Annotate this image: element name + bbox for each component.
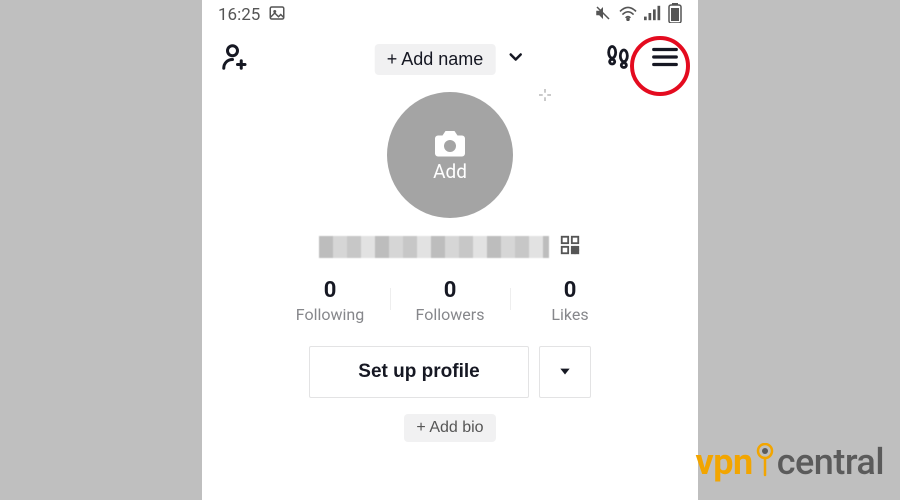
wifi-icon <box>618 5 638 25</box>
phone-frame: 16:25 <box>202 0 698 500</box>
caret-down-icon <box>558 364 572 381</box>
stat-likes-label: Likes <box>510 305 630 324</box>
profile-actions: Set up profile <box>202 346 698 398</box>
setup-profile-button[interactable]: Set up profile <box>309 346 528 398</box>
add-friend-icon[interactable] <box>220 42 250 76</box>
avatar-section: Add <box>202 92 698 218</box>
add-name-button[interactable]: + Add name <box>375 44 496 75</box>
username-redacted <box>319 236 549 258</box>
username-row <box>202 234 698 260</box>
avatar-add-photo[interactable]: Add <box>387 92 513 218</box>
signal-icon <box>644 5 662 25</box>
battery-icon <box>668 3 682 27</box>
status-bar: 16:25 <box>202 0 698 28</box>
stat-followers[interactable]: 0 Followers <box>390 278 510 324</box>
footprints-icon[interactable] <box>604 43 632 75</box>
stat-following-value: 0 <box>270 278 390 303</box>
watermark-part1: vpn <box>696 441 753 483</box>
sparkle-icon <box>536 86 554 108</box>
stat-followers-label: Followers <box>390 305 510 324</box>
profile-header: + Add name <box>202 28 698 86</box>
stat-followers-value: 0 <box>390 278 510 303</box>
stats-row: 0 Following 0 Followers 0 Likes <box>202 278 698 324</box>
camera-icon <box>432 128 468 158</box>
stat-following[interactable]: 0 Following <box>270 278 390 324</box>
mute-icon <box>594 4 612 26</box>
location-pin-icon <box>755 443 775 486</box>
hamburger-menu-icon[interactable] <box>650 42 680 76</box>
qr-code-icon[interactable] <box>559 234 581 260</box>
status-time: 16:25 <box>218 5 260 25</box>
stat-likes-value: 0 <box>510 278 630 303</box>
image-indicator-icon <box>268 4 286 27</box>
stat-likes[interactable]: 0 Likes <box>510 278 630 324</box>
watermark-part2: central <box>777 441 884 483</box>
chevron-down-icon[interactable] <box>505 47 525 71</box>
stat-following-label: Following <box>270 305 390 324</box>
more-actions-button[interactable] <box>539 346 591 398</box>
add-bio-button[interactable]: + Add bio <box>404 414 495 442</box>
avatar-add-label: Add <box>433 160 467 183</box>
watermark-logo: vpn central <box>696 441 884 486</box>
